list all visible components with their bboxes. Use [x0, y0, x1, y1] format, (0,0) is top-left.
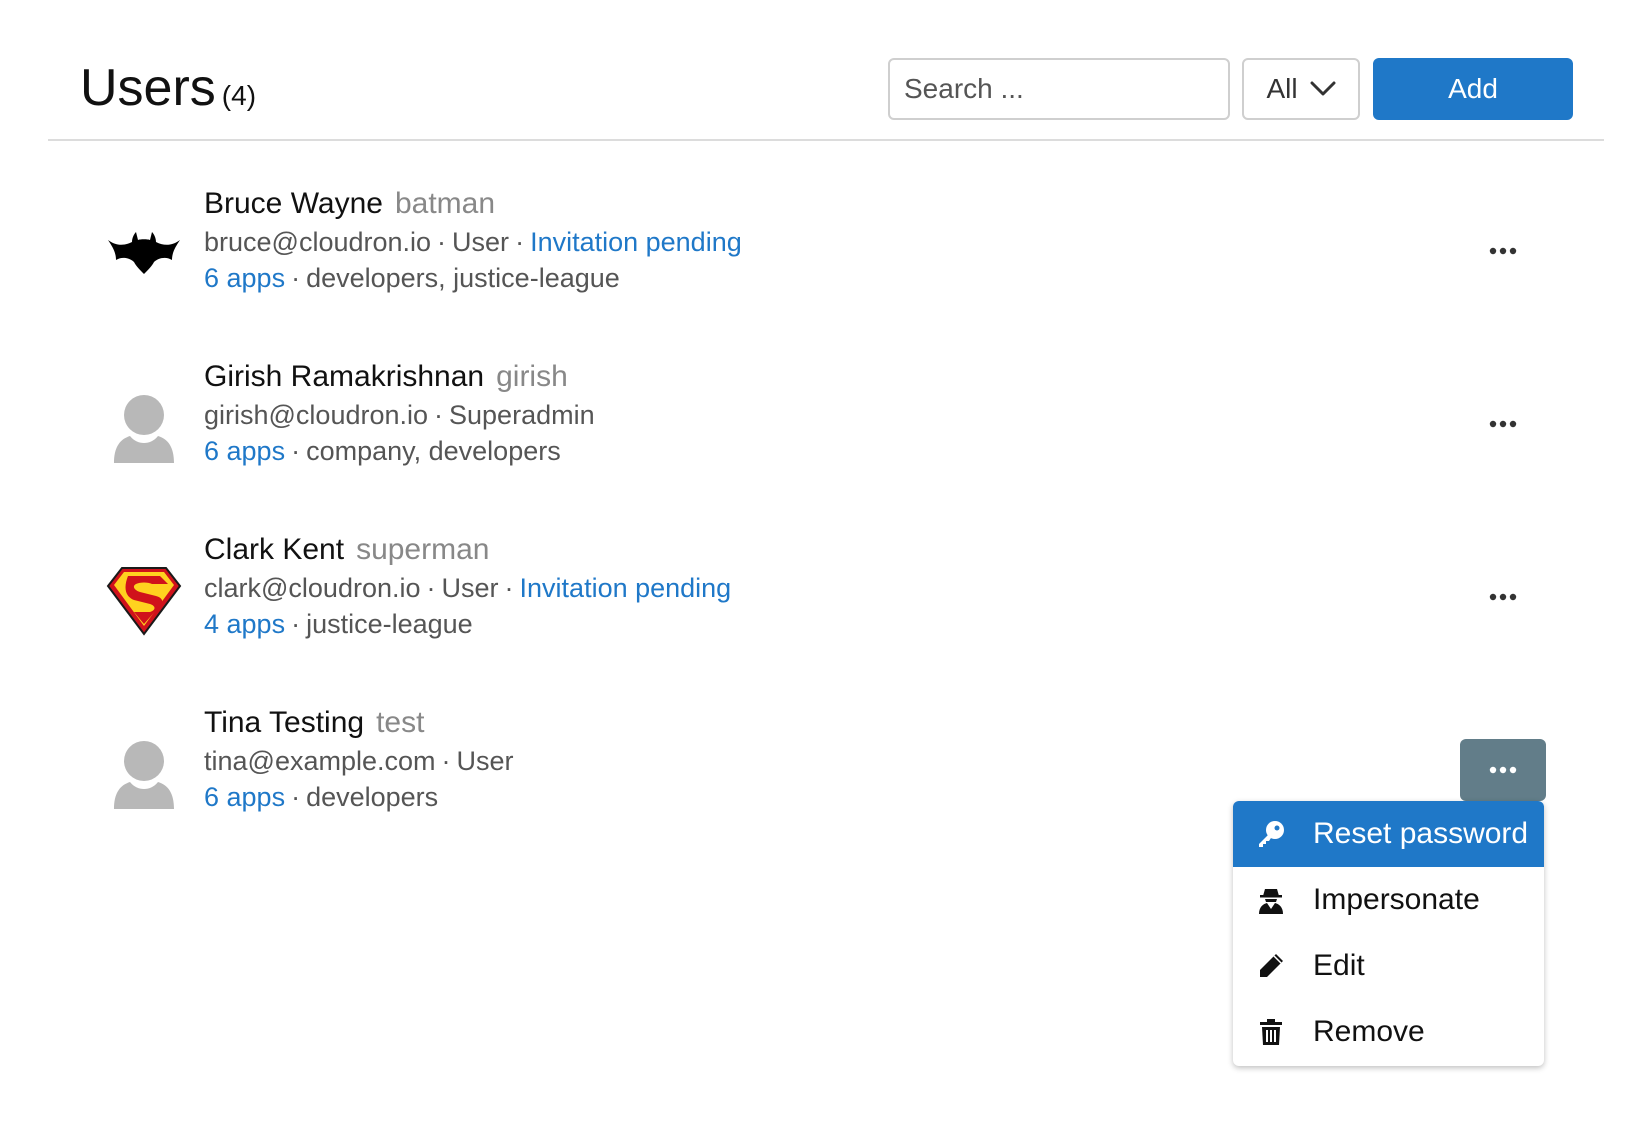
trash-icon: [1255, 1016, 1287, 1048]
user-secret-icon: [1255, 884, 1287, 916]
user-email: tina@example.com: [204, 746, 436, 776]
user-info: Tina Testing test tina@example.com · User 6…: [204, 705, 514, 813]
user-apps-line: 4 apps · justice-league: [204, 608, 731, 640]
user-name-line: Clark Kent superman: [204, 532, 731, 568]
user-apps-link[interactable]: 6 apps: [204, 782, 285, 812]
menu-item-reset-password[interactable]: Reset password: [1233, 801, 1544, 867]
batman-logo-icon: [108, 232, 180, 274]
menu-item-remove[interactable]: Remove: [1233, 999, 1544, 1065]
menu-item-impersonate[interactable]: Impersonate: [1233, 867, 1544, 933]
user-apps-link[interactable]: 6 apps: [204, 263, 285, 293]
ellipsis-icon: [1489, 593, 1517, 601]
more-actions-button[interactable]: [1460, 393, 1546, 455]
user-username: batman: [394, 187, 496, 220]
more-actions-button[interactable]: [1460, 566, 1546, 628]
page-title-text: Users: [80, 59, 216, 117]
superman-logo-icon: [106, 567, 182, 636]
more-actions-button[interactable]: [1460, 220, 1546, 282]
separator: ·: [291, 436, 301, 466]
user-display-name: Clark Kent: [204, 533, 345, 566]
user-apps-line: 6 apps · developers: [204, 781, 514, 813]
page-title: Users (4): [80, 58, 256, 118]
user-apps-line: 6 apps · company, developers: [204, 435, 595, 467]
menu-item-label: Remove: [1313, 1015, 1425, 1048]
default-user-icon: [114, 395, 174, 463]
user-username: superman: [356, 533, 490, 566]
key-icon: [1255, 818, 1287, 850]
users-page: Users(4) All Add Bruce Wayne batman bruce…: [0, 0, 1648, 1126]
user-info: Clark Kent superman clark@cloudron.io · Use…: [204, 532, 731, 640]
default-user-icon: [114, 741, 174, 809]
user-info: Bruce Wayne batman bruce@cloudron.io · User…: [204, 186, 742, 294]
more-actions-button-active[interactable]: [1460, 739, 1546, 801]
user-email: clark@cloudron.io: [204, 573, 421, 603]
ellipsis-icon: [1489, 420, 1517, 428]
page-header: Users(4) All Add: [48, 0, 1604, 141]
separator: ·: [437, 227, 447, 257]
ellipsis-icon: [1489, 766, 1517, 774]
user-name-line: Bruce Wayne batman: [204, 186, 742, 222]
user-meta-line: clark@cloudron.io · User · Invitation pendin…: [204, 572, 731, 604]
user-actions-menu: Reset password Impersonate Edit Remove: [1233, 801, 1544, 1066]
user-display-name: Bruce Wayne: [204, 187, 383, 220]
separator: ·: [441, 746, 451, 776]
user-info: Girish Ramakrishnan girish girish@cloudro…: [204, 359, 595, 467]
user-username: girish: [496, 360, 568, 393]
user-display-name: Tina Testing: [204, 706, 365, 739]
user-role: User: [456, 746, 514, 776]
menu-item-label: Reset password: [1313, 817, 1529, 850]
search-input[interactable]: [888, 58, 1230, 120]
user-meta-line: girish@cloudron.io · Superadmin: [204, 399, 595, 431]
invitation-pending-link[interactable]: Invitation pending: [520, 573, 732, 603]
user-email: bruce@cloudron.io: [204, 227, 432, 257]
separator: ·: [291, 609, 301, 639]
menu-item-label: Edit: [1313, 949, 1365, 982]
user-apps-link[interactable]: 4 apps: [204, 609, 285, 639]
avatar: [106, 735, 182, 811]
user-apps-line: 6 apps · developers, justice-league: [204, 262, 742, 294]
user-groups: company, developers: [306, 436, 561, 466]
ellipsis-icon: [1489, 247, 1517, 255]
avatar: [106, 389, 182, 465]
pencil-icon: [1255, 950, 1287, 982]
user-groups: developers: [306, 782, 439, 812]
filter-dropdown[interactable]: All: [1242, 58, 1360, 120]
invitation-pending-link[interactable]: Invitation pending: [530, 227, 742, 257]
user-role: Superadmin: [449, 400, 595, 430]
menu-item-edit[interactable]: Edit: [1233, 933, 1544, 999]
add-user-button[interactable]: Add: [1373, 58, 1573, 120]
user-email: girish@cloudron.io: [204, 400, 429, 430]
avatar: [106, 216, 182, 292]
user-groups: justice-league: [306, 609, 473, 639]
separator: ·: [426, 573, 436, 603]
filter-value: All: [1266, 73, 1298, 104]
separator: ·: [515, 227, 525, 257]
user-meta-line: tina@example.com · User: [204, 745, 514, 777]
user-row[interactable]: Bruce Wayne batman bruce@cloudron.io · User…: [0, 186, 1648, 336]
user-row[interactable]: Girish Ramakrishnan girish girish@cloudro…: [0, 359, 1648, 509]
separator: ·: [291, 782, 301, 812]
user-meta-line: bruce@cloudron.io · User · Invitation pendin…: [204, 226, 742, 258]
user-count: (4): [221, 80, 257, 111]
separator: ·: [291, 263, 301, 293]
user-name-line: Girish Ramakrishnan girish: [204, 359, 595, 395]
separator: ·: [434, 400, 444, 430]
chevron-down-icon: [1310, 81, 1336, 96]
user-apps-link[interactable]: 6 apps: [204, 436, 285, 466]
user-username: test: [376, 706, 425, 739]
separator: ·: [504, 573, 514, 603]
user-role: User: [452, 227, 510, 257]
user-role: User: [441, 573, 499, 603]
avatar: [106, 562, 182, 638]
user-display-name: Girish Ramakrishnan: [204, 360, 485, 393]
menu-item-label: Impersonate: [1313, 883, 1480, 916]
user-name-line: Tina Testing test: [204, 705, 514, 741]
user-row[interactable]: Clark Kent superman clark@cloudron.io · Use…: [0, 532, 1648, 682]
user-groups: developers, justice-league: [306, 263, 620, 293]
